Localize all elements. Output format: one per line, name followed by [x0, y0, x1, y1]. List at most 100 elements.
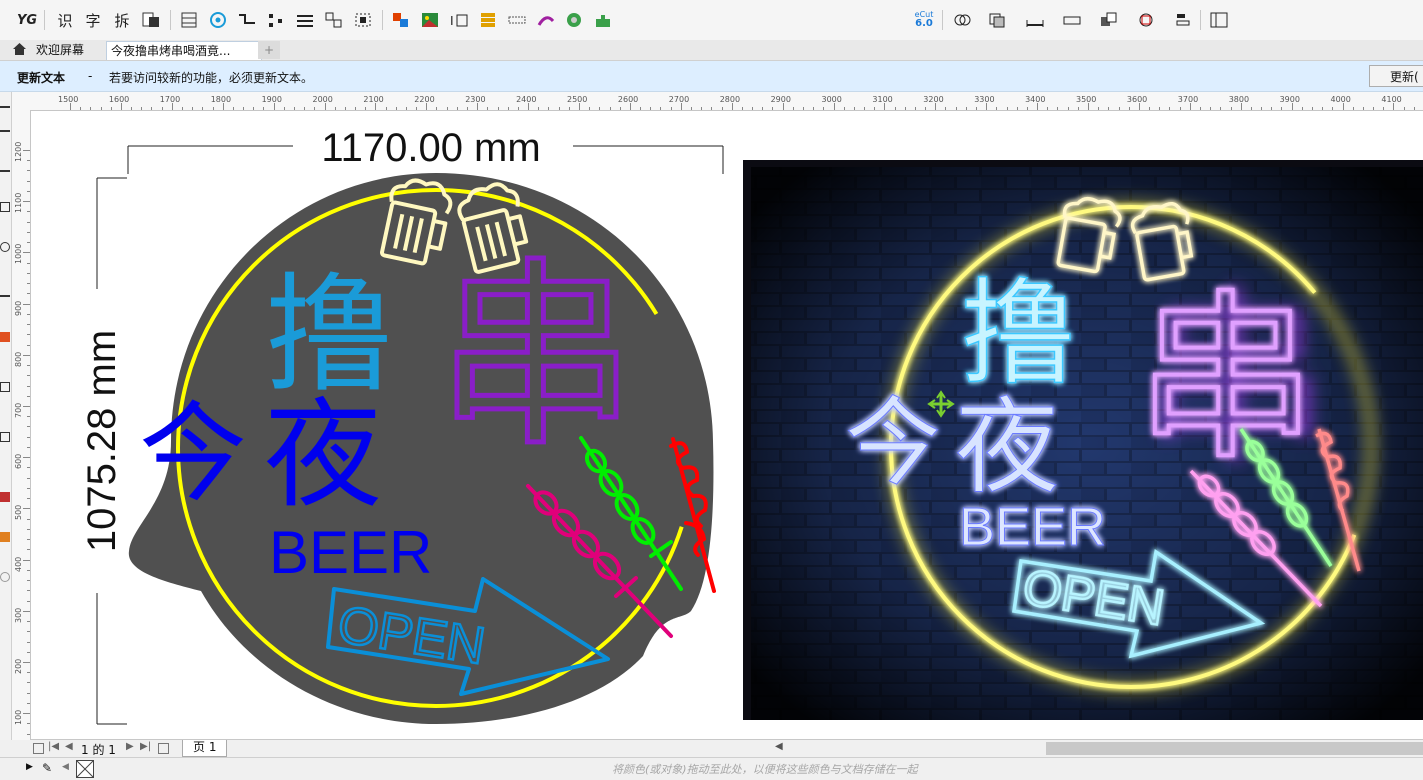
ruler-label: 500 — [14, 505, 23, 521]
ruler-minor-tick — [27, 682, 30, 684]
add-page-icon[interactable] — [158, 743, 169, 754]
node-align-icon[interactable] — [265, 9, 287, 31]
ellipse-tool-icon[interactable] — [0, 242, 10, 252]
measure-icon[interactable] — [1024, 9, 1046, 31]
shape-tool-icon[interactable] — [0, 122, 10, 132]
ruler-minor-tick — [813, 107, 815, 110]
ruler-major-tick — [23, 201, 30, 203]
tab-welcome[interactable]: 欢迎屏幕 — [32, 41, 88, 59]
network-icon[interactable] — [207, 9, 229, 31]
first-page-button[interactable]: |◀ — [48, 741, 59, 752]
ruler-minor-tick — [27, 334, 30, 336]
color-shapes-icon[interactable] — [390, 9, 412, 31]
ruler-minor-tick — [395, 107, 397, 110]
ruler-minor-tick — [27, 221, 30, 223]
no-color-swatch[interactable] — [76, 760, 94, 778]
sign-beer-text: BEER — [269, 519, 432, 586]
tab-document[interactable]: 今夜撸串烤串喝酒竟... — [106, 41, 262, 60]
align-icon[interactable] — [1172, 9, 1194, 31]
interactive-fill-icon[interactable] — [0, 532, 10, 542]
prev-page-button[interactable]: ◀ — [65, 741, 73, 752]
vertical-ruler[interactable]: 1200 1100 1000 900 800 700 600 500 400 300 200 100 — [12, 110, 31, 740]
horizontal-scrollbar-thumb[interactable] — [1046, 742, 1423, 755]
panel-icon[interactable] — [1208, 9, 1230, 31]
ruler-minor-tick — [976, 107, 978, 110]
height-dimension[interactable]: 1075.28 mm — [80, 177, 127, 725]
character-button[interactable]: 字 — [82, 9, 104, 31]
freehand-tool-icon[interactable] — [0, 287, 10, 297]
ruler-label: 4100 — [1381, 95, 1402, 104]
ruler-label: 3000 — [821, 95, 842, 104]
ruler-minor-tick — [1098, 107, 1100, 110]
split-button[interactable]: 拆 — [111, 9, 133, 31]
ruler-icon[interactable] — [1061, 9, 1083, 31]
ruler-major-tick — [731, 103, 733, 110]
select-box-icon[interactable] — [352, 9, 374, 31]
ruler-minor-tick — [27, 528, 30, 530]
ruler-label: 100 — [14, 709, 23, 726]
ruler-minor-tick — [1016, 107, 1018, 110]
text-frame-icon[interactable]: I — [448, 9, 470, 31]
curve-tool-icon[interactable] — [236, 9, 258, 31]
ruler-major-tick — [324, 103, 326, 110]
ball-icon[interactable] — [563, 9, 585, 31]
fill-tool-icon[interactable] — [0, 332, 10, 342]
eyedropper-icon[interactable]: ✎ — [42, 761, 52, 775]
scroll-left-button[interactable]: ◀ — [775, 741, 787, 755]
puzzle-icon[interactable] — [592, 9, 614, 31]
add-tool-icon[interactable] — [0, 572, 10, 582]
sign-outline-design[interactable]: 撸 串 今 夜 BEER OPEN — [128, 173, 716, 724]
ruler-minor-tick — [762, 107, 764, 110]
target-icon[interactable] — [1135, 9, 1157, 31]
next-page-button[interactable]: ▶ — [126, 741, 134, 752]
shape-weld-icon[interactable] — [951, 9, 973, 31]
ruler-label: 900 — [14, 300, 23, 316]
eyedropper-tool-icon[interactable] — [0, 492, 10, 502]
yg-plugin-icon[interactable]: YG — [16, 9, 38, 31]
ruler-minor-tick — [1047, 107, 1049, 110]
sign-char-chuan: 串 — [436, 241, 636, 474]
zoom-tool-icon[interactable] — [0, 202, 10, 212]
bring-forward-icon[interactable] — [1098, 9, 1120, 31]
palette-scroll-icon[interactable]: ◀ — [62, 762, 69, 772]
rectangle-tool-icon[interactable] — [0, 382, 10, 392]
ruler-minor-tick — [548, 107, 550, 110]
ruler-minor-tick — [27, 190, 30, 192]
home-icon[interactable] — [12, 42, 27, 59]
last-page-button[interactable]: ▶| — [140, 741, 151, 752]
page-tab-1[interactable]: 页 1 — [182, 740, 228, 757]
add-tab-button[interactable]: + — [258, 41, 280, 59]
palette-expand-icon[interactable]: ▶ — [26, 762, 33, 772]
ruler-minor-tick — [1159, 107, 1161, 110]
list-icon[interactable] — [477, 9, 499, 31]
ruler-label: 3200 — [923, 95, 944, 104]
pick-tool-icon[interactable] — [0, 98, 10, 108]
shape-intersect-icon[interactable] — [986, 9, 1008, 31]
ruler-minor-tick — [263, 107, 265, 110]
grid-dots-icon[interactable] — [506, 9, 528, 31]
update-button[interactable]: 更新( — [1369, 65, 1423, 87]
table-tool-icon[interactable] — [0, 432, 10, 442]
page-setup-icon[interactable] — [33, 743, 44, 754]
width-dimension[interactable]: 1170.00 mm — [127, 126, 724, 174]
ruler-minor-tick — [192, 107, 194, 110]
ruler-label: 600 — [14, 453, 23, 470]
ruler-minor-tick — [599, 107, 601, 110]
ruler-minor-tick — [27, 180, 30, 182]
ecut-button[interactable]: eCut 6.0 — [912, 9, 936, 31]
ruler-minor-tick — [802, 107, 804, 110]
table-icon[interactable] — [178, 9, 200, 31]
neon-reference-image[interactable]: 串 撸 串 今 夜 BEER OPEN — [743, 160, 1423, 720]
recognize-text-button[interactable]: 识 — [54, 9, 76, 31]
arrange-icon[interactable] — [323, 9, 345, 31]
magic-icon[interactable] — [535, 9, 557, 31]
width-dimension-label: 1170.00 mm — [321, 126, 540, 170]
horizontal-ruler[interactable]: 1500 1600 1700 1800 1900 2000 2100 2200 2300 2400… — [12, 92, 1423, 111]
copy-pages-icon[interactable] — [140, 9, 162, 31]
lines-icon[interactable] — [294, 9, 316, 31]
ruler-minor-tick — [27, 590, 30, 592]
drawing-canvas[interactable]: 1170.00 mm 1075.28 mm 撸 串 今 夜 BEER OPEN … — [31, 111, 1423, 739]
ruler-minor-tick — [1271, 107, 1273, 110]
crop-tool-icon[interactable] — [0, 162, 10, 172]
image-icon[interactable] — [419, 9, 441, 31]
